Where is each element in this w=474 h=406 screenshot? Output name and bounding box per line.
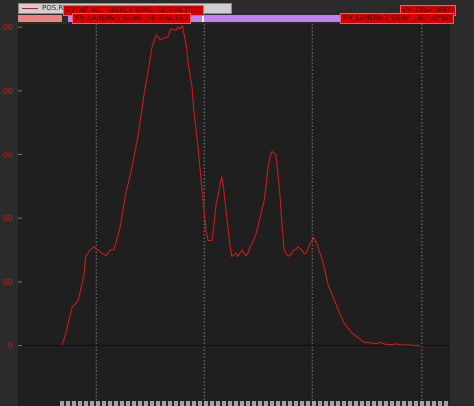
y-tick-label-2: 00 bbox=[3, 214, 13, 223]
y-tick-label-0: 0 bbox=[8, 342, 13, 351]
event-label-gear-deployed[interactable]: EV_LANDING_GEAR_DEPLOYED bbox=[340, 13, 455, 24]
event-label-gear-retracted[interactable]: EV_LANDING_GEAR_RETRACTED bbox=[72, 13, 192, 24]
line-chart: 00000000000 bbox=[3, 23, 450, 406]
series-line-0 bbox=[61, 25, 421, 347]
y-tick-label-5: 00 bbox=[3, 23, 13, 32]
y-tick-label-1: 00 bbox=[3, 278, 13, 287]
phase-bar-white-marker bbox=[202, 15, 204, 22]
bottom-event-strip bbox=[60, 401, 450, 406]
y-tick-label-3: 00 bbox=[3, 151, 13, 160]
phase-bar-red bbox=[18, 15, 62, 22]
legend-line-swatch bbox=[22, 7, 38, 9]
y-tick-label-4: 00 bbox=[3, 87, 13, 96]
